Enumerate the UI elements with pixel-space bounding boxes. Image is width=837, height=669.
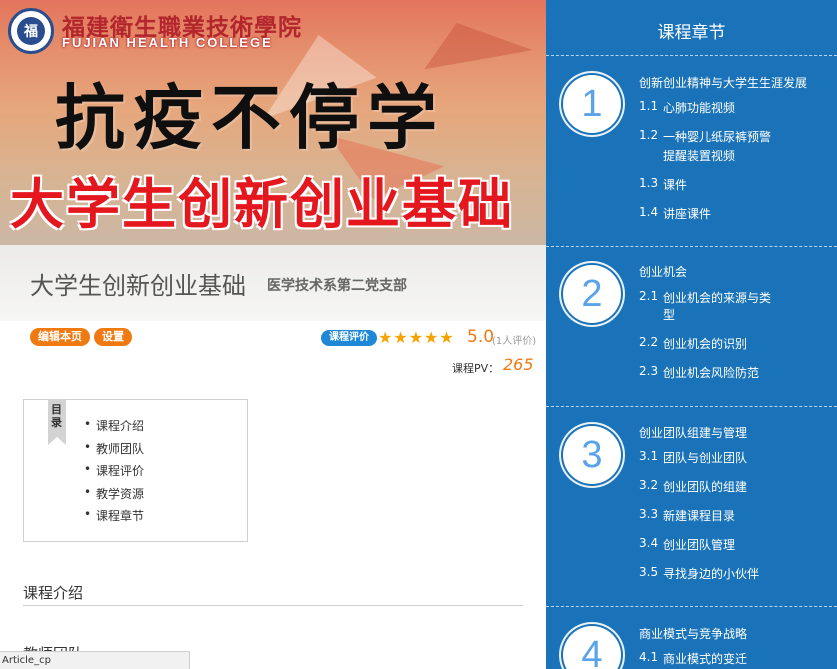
lesson-number: 3.1 [639, 449, 659, 463]
browser-status-bar: Article_cp [0, 651, 190, 669]
toc-item-resources[interactable]: 教学资源 [84, 485, 144, 508]
lesson-number: 3.4 [639, 536, 659, 550]
paper-plane-graphic [417, 10, 533, 70]
course-title: 大学生创新创业基础 [30, 272, 246, 300]
lesson-label: 心肺功能视频 [663, 101, 736, 115]
toc-bookmark-tag: 目录 [48, 399, 66, 445]
lesson-label: 一种婴儿纸尿裤预警 [663, 130, 772, 144]
toc-item-intro[interactable]: 课程介绍 [84, 417, 144, 440]
lesson-number: 3.3 [639, 507, 659, 521]
toc-tag-label: 目录 [51, 403, 62, 429]
sidebar-title: 课程章节 [657, 23, 726, 43]
lesson-link[interactable]: 2.1 创业机会的来源与类 [639, 289, 771, 306]
lesson-number: 2.3 [639, 364, 659, 378]
lesson-link[interactable]: 1.1 心肺功能视频 [639, 99, 735, 116]
sidebar-header: 课程章节 [546, 0, 837, 56]
lesson-link[interactable]: 1.3 课件 [639, 176, 687, 193]
toc-list: 课程介绍 教师团队 课程评价 教学资源 课程章节 [84, 417, 144, 530]
school-name-en: FUJIAN HEALTH COLLEGE [62, 35, 273, 50]
lesson-label: 讲座课件 [663, 207, 712, 221]
lesson-number: 1.1 [639, 99, 659, 113]
chapter-title[interactable]: 创业团队组建与管理 [639, 424, 747, 441]
lesson-link[interactable]: 1.4 讲座课件 [639, 205, 711, 222]
banner-slogan: 抗疫不停学 [55, 76, 445, 159]
chapter-number-badge: 3 [563, 426, 621, 484]
chapter-number: 1 [581, 83, 603, 125]
chapter-4: 4 商业模式与竞争战略 4.1 商业模式的变迁 [546, 607, 837, 669]
banner-course-name: 大学生创新创业基础 [10, 172, 514, 236]
lesson-link[interactable]: 1.2 一种婴儿纸尿裤预警 [639, 128, 771, 145]
table-of-contents: 目录 课程介绍 教师团队 课程评价 教学资源 课程章节 [23, 399, 248, 542]
lesson-link[interactable]: 3.2 创业团队的组建 [639, 478, 747, 495]
chapter-title[interactable]: 创新创业精神与大学生生涯发展 [639, 74, 807, 91]
chapter-number-badge: 2 [563, 265, 621, 323]
chapter-title[interactable]: 创业机会 [639, 263, 687, 280]
course-rating-badge[interactable]: 课程评价 [321, 330, 377, 346]
rating-count: (1人评价) [492, 336, 537, 347]
lesson-number: 2.2 [639, 335, 659, 349]
lesson-link[interactable]: 2.2 创业机会的识别 [639, 335, 747, 352]
toc-item-rating[interactable]: 课程评价 [84, 462, 144, 485]
chapter-number: 2 [581, 273, 603, 315]
chapter-sidebar: 课程章节 1 创新创业精神与大学生生涯发展 1.1 心肺功能视频 1.2 一种婴儿纸… [546, 0, 837, 669]
chapter-3: 3 创业团队组建与管理 3.1 团队与创业团队 3.2 创业团队的组建 3.3 新建课… [546, 407, 837, 607]
lesson-label: 创业团队的组建 [663, 480, 748, 494]
page: 福 福建衛生職業技術學院 FUJIAN HEALTH COLLEGE 抗疫不停学… [0, 0, 837, 669]
lesson-link[interactable]: 3.3 新建课程目录 [639, 507, 735, 524]
lesson-label: 型 [663, 308, 676, 322]
rating-stars[interactable]: ★★★★★ [378, 328, 455, 347]
lesson-link[interactable]: 3.5 寻找身边的小伙伴 [639, 565, 759, 582]
lesson-link-continued[interactable]: 提醒装置视频 [639, 147, 735, 164]
chapter-title[interactable]: 商业模式与竞争战略 [639, 625, 747, 642]
course-banner: 福 福建衛生職業技術學院 FUJIAN HEALTH COLLEGE 抗疫不停学… [0, 0, 546, 245]
page-views-label: 课程PV： [452, 362, 500, 375]
school-logo: 福 [8, 8, 54, 54]
lesson-label: 创业机会的识别 [663, 337, 748, 351]
school-logo-mark: 福 [17, 17, 45, 45]
lesson-number: 3.2 [639, 478, 659, 492]
chapter-1: 1 创新创业精神与大学生生涯发展 1.1 心肺功能视频 1.2 一种婴儿纸尿裤预警 … [546, 57, 837, 247]
edit-page-button[interactable]: 编辑本页 [30, 328, 90, 346]
lesson-label: 新建课程目录 [663, 509, 736, 523]
lesson-label: 创业团队管理 [663, 538, 736, 552]
lesson-number: 1.3 [639, 176, 659, 190]
lesson-label: 商业模式的变迁 [663, 652, 748, 666]
toc-item-chapters[interactable]: 课程章节 [84, 507, 144, 530]
lesson-link[interactable]: 2.3 创业机会风险防范 [639, 364, 759, 381]
chapter-number: 3 [581, 434, 603, 476]
lesson-label: 团队与创业团队 [663, 451, 748, 465]
lesson-label: 创业机会的来源与类 [663, 291, 772, 305]
chapter-number-badge: 4 [563, 626, 621, 669]
chapter-number: 4 [581, 634, 603, 669]
lesson-label: 创业机会风险防范 [663, 366, 760, 380]
lesson-number: 1.2 [639, 128, 659, 142]
lesson-number: 2.1 [639, 289, 659, 303]
course-department: 医学技术系第二党支部 [267, 278, 407, 294]
lesson-link-continued[interactable]: 型 [639, 306, 675, 323]
main-content: 福 福建衛生職業技術學院 FUJIAN HEALTH COLLEGE 抗疫不停学… [0, 0, 546, 669]
chapter-number-badge: 1 [563, 75, 621, 133]
section-divider [23, 605, 523, 606]
lesson-number: 3.5 [639, 565, 659, 579]
rating-score: 5.0 [467, 327, 495, 347]
lesson-label: 提醒装置视频 [663, 149, 736, 163]
lesson-label: 寻找身边的小伙伴 [663, 567, 760, 581]
settings-button[interactable]: 设置 [94, 328, 132, 346]
page-views-value: 265 [503, 355, 534, 374]
lesson-link[interactable]: 4.1 商业模式的变迁 [639, 650, 747, 667]
lesson-label: 课件 [663, 178, 688, 192]
lesson-link[interactable]: 3.4 创业团队管理 [639, 536, 735, 553]
chapter-2: 2 创业机会 2.1 创业机会的来源与类 型 2.2 创业机会的识别 2.3 创业机会… [546, 247, 837, 407]
lesson-link[interactable]: 3.1 团队与创业团队 [639, 449, 747, 466]
section-heading-intro: 课程介绍 [23, 584, 84, 602]
lesson-number: 4.1 [639, 650, 659, 664]
toc-item-team[interactable]: 教师团队 [84, 440, 144, 463]
lesson-number: 1.4 [639, 205, 659, 219]
course-title-band: 大学生创新创业基础 医学技术系第二党支部 [0, 245, 546, 321]
